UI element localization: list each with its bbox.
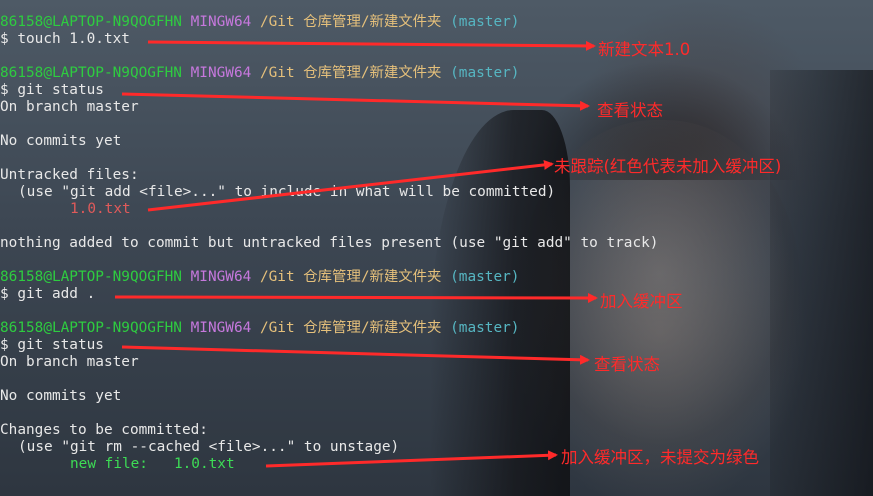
output-on-branch: On branch master xyxy=(0,354,139,370)
output-no-commits: No commits yet xyxy=(0,133,122,149)
prompt-shell: MINGW64 xyxy=(190,14,252,30)
prompt-user-host: 86158@LAPTOP-N9QOGFHN xyxy=(0,269,182,285)
prompt-shell: MINGW64 xyxy=(190,65,252,81)
output-no-commits: No commits yet xyxy=(0,388,122,404)
annotation-staged-green: 加入缓冲区，未提交为绿色 xyxy=(561,448,759,467)
command-git-status-1: $ git status xyxy=(0,82,104,98)
command-git-add: $ git add . xyxy=(0,286,96,302)
output-changes-header: Changes to be committed: xyxy=(0,422,208,438)
prompt-line-4: 86158@LAPTOP-N9QOGFHN MINGW64 /Git 仓库管理/… xyxy=(0,320,873,337)
output-on-branch: On branch master xyxy=(0,99,139,115)
prompt-branch: (master) xyxy=(450,320,520,336)
annotation-new-file: 新建文本1.0 xyxy=(598,40,691,59)
prompt-branch: (master) xyxy=(450,14,520,30)
prompt-line-1: 86158@LAPTOP-N9QOGFHN MINGW64 /Git 仓库管理/… xyxy=(0,14,873,31)
prompt-branch: (master) xyxy=(450,65,520,81)
annotation-check-status: 查看状态 xyxy=(597,101,663,120)
output-use-git-add: (use "git add <file>..." to include in w… xyxy=(18,184,556,200)
prompt-line-3: 86158@LAPTOP-N9QOGFHN MINGW64 /Git 仓库管理/… xyxy=(0,269,873,286)
prompt-line-2: 86158@LAPTOP-N9QOGFHN MINGW64 /Git 仓库管理/… xyxy=(0,65,873,82)
annotation-add-staging: 加入缓冲区 xyxy=(600,292,683,311)
prompt-user-host: 86158@LAPTOP-N9QOGFHN xyxy=(0,65,182,81)
prompt-user-host: 86158@LAPTOP-N9QOGFHN xyxy=(0,14,182,30)
untracked-file: 1.0.txt xyxy=(70,201,131,217)
annotation-untracked: 未跟踪(红色代表未加入缓冲区) xyxy=(554,157,782,176)
command-git-status-2: $ git status xyxy=(0,337,104,353)
prompt-shell: MINGW64 xyxy=(190,269,252,285)
annotation-check-status-2: 查看状态 xyxy=(594,355,660,374)
prompt-path: /Git 仓库管理/新建文件夹 xyxy=(259,65,442,81)
prompt-path: /Git 仓库管理/新建文件夹 xyxy=(259,269,442,285)
prompt-path: /Git 仓库管理/新建文件夹 xyxy=(259,320,442,336)
prompt-user-host: 86158@LAPTOP-N9QOGFHN xyxy=(0,320,182,336)
output-nothing-added: nothing added to commit but untracked fi… xyxy=(0,235,659,251)
prompt-branch: (master) xyxy=(450,269,520,285)
terminal-window[interactable]: 86158@LAPTOP-N9QOGFHN MINGW64 /Git 仓库管理/… xyxy=(0,0,873,496)
prompt-shell: MINGW64 xyxy=(190,320,252,336)
command-touch: $ touch 1.0.txt xyxy=(0,31,130,47)
prompt-path: /Git 仓库管理/新建文件夹 xyxy=(259,14,442,30)
